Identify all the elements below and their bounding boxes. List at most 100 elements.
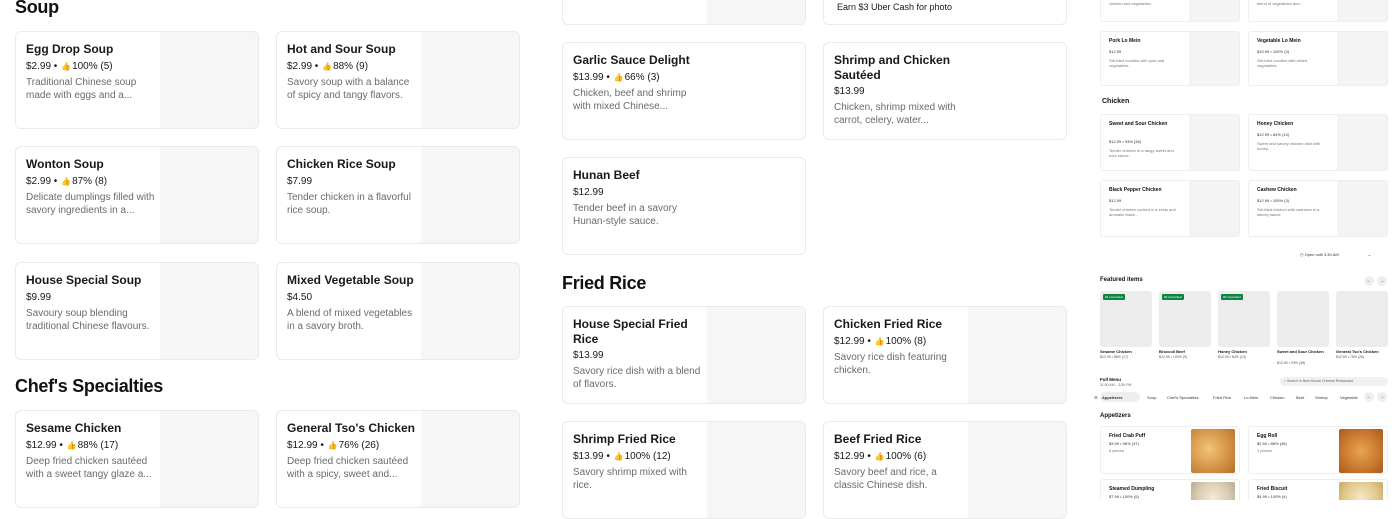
- thumbs-up-icon: 👍: [613, 73, 624, 82]
- menu-item-wonton-soup[interactable]: Wonton Soup $2.99 • 👍87% (8) Delicate du…: [15, 146, 259, 244]
- menu-item-chicken-rice-soup[interactable]: Chicken Rice Soup $7.99 Tender chicken i…: [276, 146, 520, 244]
- search-input[interactable]: ⌕ Search in New Hunan Chinese Restaurant: [1280, 377, 1388, 386]
- featured-item-meta: $12.99 • 100% (9): [1159, 355, 1188, 359]
- item-image: [421, 263, 519, 359]
- item-image: [1337, 0, 1387, 21]
- item-rating: 100% (12): [624, 451, 671, 462]
- featured-item-name: General Tso's Chicken: [1336, 349, 1379, 354]
- menu-item-egg-drop-soup[interactable]: Egg Drop Soup $2.99 • 👍100% (5) Traditio…: [15, 31, 259, 129]
- mini-card-partial[interactable]: chicken and vegetables.: [1100, 0, 1240, 22]
- item-image: [707, 0, 805, 24]
- item-name: Egg Drop Soup: [26, 42, 114, 56]
- featured-item-meta: $12.99 • 84% (13): [1218, 355, 1247, 359]
- open-until-dropdown[interactable]: ◷ Open until 3:30 AM ⌄: [1300, 252, 1371, 257]
- item-price: $13.99: [573, 350, 604, 361]
- featured-item-name: Honey Chicken: [1218, 349, 1247, 354]
- item-price: $13.99: [573, 451, 604, 462]
- item-price: $2.99: [287, 61, 313, 72]
- promo-card[interactable]: Earn $3 Uber Cash for photo: [823, 0, 1067, 25]
- mini-item-cashew-chicken[interactable]: Cashew Chicken $12.99 • 100% (3) Stir-fr…: [1248, 180, 1388, 237]
- menu-item-chicken-fried-rice[interactable]: Chicken Fried Rice $12.99 • 👍100% (8) Sa…: [823, 306, 1067, 404]
- tab-shrimp[interactable]: Shrimp: [1315, 395, 1328, 400]
- item-meta: $12.99 • 👍100% (6): [834, 451, 927, 462]
- mini-item-steamed-dumpling[interactable]: Steamed Dumpling $7.99 • 100% (5): [1100, 479, 1240, 500]
- menu-item-hunan-beef[interactable]: Hunan Beef $12.99 Tender beef in a savor…: [562, 157, 806, 255]
- menu-list-icon[interactable]: ☰: [1094, 395, 1098, 400]
- thumbs-up-icon: 👍: [613, 452, 624, 461]
- menu-item-sesame-chicken[interactable]: Sesame Chicken $12.99 • 👍88% (17) Deep f…: [15, 410, 259, 508]
- item-description: Savory beef and rice, a classic Chinese …: [834, 467, 937, 491]
- arrow-left-icon[interactable]: ←: [1364, 392, 1374, 402]
- item-description: Savory rice dish featuring chicken.: [834, 352, 947, 376]
- menu-item-general-tso-chicken[interactable]: General Tso's Chicken $12.99 • 👍76% (26)…: [276, 410, 520, 508]
- tab-vegetable[interactable]: Vegetable: [1340, 395, 1358, 400]
- item-name: Sesame Chicken: [26, 421, 122, 435]
- section-title-soup: Soup: [15, 0, 59, 17]
- item-name: Wonton Soup: [26, 157, 104, 171]
- featured-item-image[interactable]: #2 most liked: [1218, 291, 1270, 347]
- menu-item-shrimp-fried-rice[interactable]: Shrimp Fried Rice $13.99 • 👍100% (12) Sa…: [562, 421, 806, 519]
- tab-lo-mein[interactable]: Lo Mein: [1244, 395, 1258, 400]
- item-image: [1189, 181, 1239, 236]
- item-image: [968, 307, 1066, 403]
- mini-card-partial[interactable]: blend of vegetables and...: [1248, 0, 1388, 22]
- item-meta: $12.99 • 👍100% (8): [834, 336, 927, 347]
- item-name: Chicken Fried Rice: [834, 317, 943, 331]
- featured-item-image[interactable]: #1 most liked: [1100, 291, 1152, 347]
- tab-beef[interactable]: Beef: [1296, 395, 1304, 400]
- menu-item-house-special-soup[interactable]: House Special Soup $9.99 Savoury soup bl…: [15, 262, 259, 360]
- item-price: $9.99: [26, 292, 52, 303]
- menu-item-shrimp-chicken-sauteed[interactable]: Shrimp and Chicken Sautéed $13.99 Chicke…: [823, 42, 1067, 140]
- thumbs-up-icon: 👍: [327, 441, 338, 450]
- search-icon: ⌕: [1284, 379, 1286, 383]
- thumbs-up-icon: 👍: [874, 452, 885, 461]
- tab-fried-rice[interactable]: Fried Rice: [1213, 395, 1231, 400]
- item-name: Chicken Rice Soup: [287, 157, 396, 171]
- tab-chefs-specialties[interactable]: Chef's Specialties: [1167, 395, 1199, 400]
- menu-item-house-special-fried-rice[interactable]: House Special Fried Rice $13.99 Savory r…: [562, 306, 806, 404]
- item-rating: 87% (8): [72, 176, 108, 187]
- menu-item-hot-sour-soup[interactable]: Hot and Sour Soup $2.99 • 👍88% (9) Savor…: [276, 31, 520, 129]
- section-title-featured: Featured items: [1100, 277, 1143, 283]
- featured-item-image[interactable]: #3 most liked: [1159, 291, 1211, 347]
- arrow-right-icon[interactable]: →: [1377, 276, 1387, 286]
- mini-item-fried-crab-puff[interactable]: Fried Crab Puff $3.99 • 96% (37) 8 piece…: [1100, 426, 1240, 474]
- item-meta: $12.99: [1109, 49, 1122, 54]
- clock-icon: ◷: [1300, 252, 1304, 257]
- thumbs-up-icon: 👍: [322, 62, 333, 71]
- tab-soup[interactable]: Soup: [1147, 395, 1156, 400]
- section-title-appetizers: Appetizers: [1100, 413, 1131, 419]
- menu-item-mixed-vegetable-soup[interactable]: Mixed Vegetable Soup $4.50 A blend of mi…: [276, 262, 520, 360]
- featured-item-image[interactable]: [1336, 291, 1388, 347]
- item-meta: $12.99 • 84% (13): [1257, 132, 1290, 137]
- item-description: Savory shrimp mixed with rice.: [573, 467, 687, 491]
- mini-item-pork-lo-mein[interactable]: Pork Lo Mein $12.99 Stir-fried noodles w…: [1100, 31, 1240, 86]
- mini-item-fried-biscuit[interactable]: Fried Biscuit $4.99 • 100% (4): [1248, 479, 1388, 500]
- item-name: Mixed Vegetable Soup: [287, 273, 414, 287]
- menu-item-beef-fried-rice[interactable]: Beef Fried Rice $12.99 • 👍100% (6) Savor…: [823, 421, 1067, 519]
- tab-appetizers[interactable]: Appetizers: [1102, 395, 1122, 400]
- item-name: Hot and Sour Soup: [287, 42, 396, 56]
- arrow-left-icon[interactable]: ←: [1364, 276, 1374, 286]
- mini-item-egg-roll[interactable]: Egg Roll $2.50 • 88% (46) 2 pieces: [1248, 426, 1388, 474]
- mini-item-honey-chicken[interactable]: Honey Chicken $12.99 • 84% (13) Sweet an…: [1248, 114, 1388, 171]
- mini-item-sweet-sour-chicken[interactable]: Sweet and Sour Chicken $12.99 • 93% (38)…: [1100, 114, 1240, 171]
- menu-item-garlic-sauce-delight[interactable]: Garlic Sauce Delight $13.99 • 👍66% (3) C…: [562, 42, 806, 140]
- item-image: [1337, 115, 1387, 170]
- menu-item-card-partial[interactable]: [562, 0, 806, 25]
- item-name: Honey Chicken: [1257, 121, 1294, 127]
- arrow-right-icon[interactable]: →: [1377, 392, 1387, 402]
- section-title-chicken: Chicken: [1102, 98, 1130, 105]
- item-meta: $12.99 • 👍76% (26): [287, 440, 380, 451]
- tab-chicken[interactable]: Chicken: [1270, 395, 1284, 400]
- item-rating: 100% (6): [885, 451, 927, 462]
- mini-item-black-pepper-chicken[interactable]: Black Pepper Chicken $12.99 Tender chick…: [1100, 180, 1240, 237]
- mini-item-vegetable-lo-mein[interactable]: Vegetable Lo Mein $10.99 • 100% (3) Stir…: [1248, 31, 1388, 86]
- item-name: House Special Fried Rice: [573, 317, 688, 346]
- featured-item-image[interactable]: [1277, 291, 1329, 347]
- item-description: Sweet and savory chicken dish with honey…: [1257, 141, 1321, 151]
- thumbs-up-icon: 👍: [61, 177, 72, 186]
- item-name: Sweet and Sour Chicken: [1109, 121, 1168, 127]
- item-rating: 100% (5): [72, 61, 113, 72]
- section-title-chefs-specialties: Chef's Specialties: [15, 376, 163, 396]
